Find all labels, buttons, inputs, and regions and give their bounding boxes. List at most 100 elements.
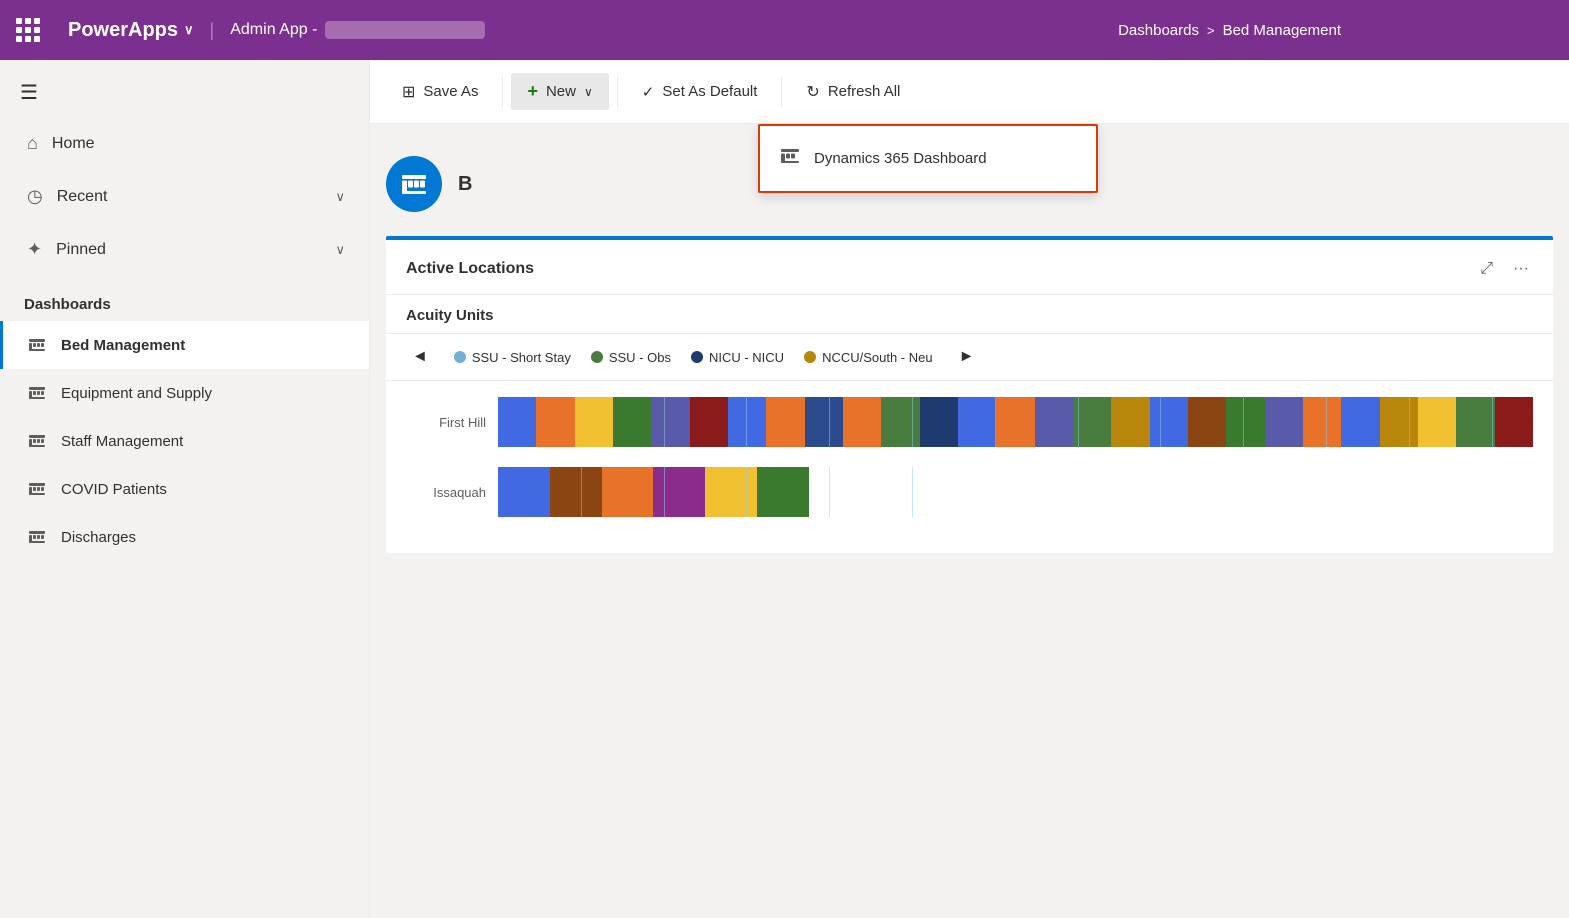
legend-label-ssu-short-stay: SSU - Short Stay (472, 350, 571, 365)
set-as-default-label: Set As Default (662, 83, 757, 100)
bar-segment (602, 467, 654, 517)
new-label: New (546, 83, 576, 100)
bar-segment (1265, 397, 1303, 447)
chart-title: Active Locations (406, 260, 534, 278)
breadcrumb-dashboards[interactable]: Dashboards (1118, 22, 1199, 39)
toolbar: ⊞ Save As + New ∨ ✓ Set As Default ↻ Ref… (370, 60, 1569, 124)
equipment-supply-icon (27, 383, 47, 403)
bar-segment (1341, 397, 1379, 447)
nav-separator: | (210, 20, 215, 41)
toolbar-separator-1 (502, 76, 503, 108)
legend-dot-ssu-short-stay (454, 351, 466, 363)
legend-item-nccu: NCCU/South - Neu (804, 350, 933, 365)
bar-segment (613, 397, 651, 447)
dashboards-section-label: Dashboards (0, 276, 369, 321)
set-as-default-button[interactable]: ✓ Set As Default (626, 75, 774, 109)
hamburger-menu[interactable]: ☰ (0, 68, 369, 117)
bar-segment (1456, 397, 1494, 447)
sidebar-item-covid-patients[interactable]: COVID Patients (0, 465, 369, 513)
bar-segment (1035, 397, 1073, 447)
bar-segment (1303, 397, 1341, 447)
powerapps-label: PowerApps (68, 19, 178, 42)
chart-card: Active Locations ⤢ ··· Acuity Units ◄ (386, 236, 1553, 553)
sidebar-recent-label: Recent (57, 188, 322, 206)
blurred-user-info (325, 21, 485, 39)
more-options-button[interactable]: ··· (1509, 256, 1533, 282)
bar-segment (881, 397, 919, 447)
expand-icon: ⤢ (1480, 260, 1493, 277)
save-as-label: Save As (423, 83, 478, 100)
chart-row-first-hill: First Hill (406, 397, 1533, 447)
legend-next-button[interactable]: ► (953, 346, 981, 368)
content-area: ⊞ Save As + New ∨ ✓ Set As Default ↻ Ref… (370, 60, 1569, 918)
bar-segment (958, 397, 996, 447)
bar-segment (653, 467, 705, 517)
refresh-all-button[interactable]: ↻ Refresh All (790, 74, 916, 110)
sidebar-item-equipment-supply[interactable]: Equipment and Supply (0, 369, 369, 417)
new-plus-icon: + (527, 81, 538, 102)
sidebar-item-discharges[interactable]: Discharges (0, 513, 369, 561)
breadcrumb-bed-management[interactable]: Bed Management (1223, 22, 1341, 39)
home-icon: ⌂ (27, 133, 38, 154)
legend-prev-button[interactable]: ◄ (406, 346, 434, 368)
new-button[interactable]: + New ∨ (511, 73, 608, 110)
bar-segment (1111, 397, 1149, 447)
bar-segment (498, 397, 536, 447)
new-dropdown-menu: Dynamics 365 Dashboard (758, 124, 1098, 193)
dashboard-avatar (386, 156, 442, 212)
bar-segment (1418, 397, 1456, 447)
bar-segment (996, 397, 1034, 447)
save-as-icon: ⊞ (402, 82, 415, 102)
equipment-supply-label: Equipment and Supply (61, 385, 212, 402)
sidebar-item-recent[interactable]: ◷ Recent ∨ (0, 170, 369, 223)
top-navigation: PowerApps ∨ | Admin App - Dashboards > B… (0, 0, 1569, 60)
legend-label-nccu: NCCU/South - Neu (822, 350, 933, 365)
legend-dot-nccu (804, 351, 816, 363)
legend-dot-nicu (691, 351, 703, 363)
bar-segment (1495, 397, 1533, 447)
new-chevron-icon: ∨ (584, 85, 593, 99)
bar-segment (1150, 397, 1188, 447)
bar-segment (843, 397, 881, 447)
checkmark-icon: ✓ (642, 83, 655, 101)
bar-segment (1380, 397, 1418, 447)
legend-item-ssu-short-stay: SSU - Short Stay (454, 350, 571, 365)
refresh-all-label: Refresh All (828, 83, 901, 100)
toolbar-separator-2 (617, 76, 618, 108)
bar-segment (1073, 397, 1111, 447)
bar-segment (1226, 397, 1264, 447)
chart-subtitle: Acuity Units (406, 307, 494, 324)
dashboard-title-partial: B (458, 173, 472, 196)
bar-segment (705, 467, 757, 517)
expand-chart-button[interactable]: ⤢ (1476, 256, 1497, 282)
ellipsis-icon: ··· (1513, 260, 1529, 277)
bar-segment (575, 397, 613, 447)
dynamics-365-dashboard-option[interactable]: Dynamics 365 Dashboard (760, 130, 1096, 187)
sidebar-item-home[interactable]: ⌂ Home (0, 117, 369, 170)
sidebar-item-staff-management[interactable]: Staff Management (0, 417, 369, 465)
app-name[interactable]: PowerApps ∨ (68, 19, 194, 42)
recent-chevron: ∨ (335, 189, 345, 205)
issaquah-bar (498, 467, 1533, 517)
bar-segment (690, 397, 728, 447)
save-as-button[interactable]: ⊞ Save As (386, 74, 494, 110)
sidebar-item-bed-management[interactable]: Bed Management (0, 321, 369, 369)
staff-management-icon (27, 431, 47, 451)
sidebar-home-label: Home (52, 135, 345, 153)
sidebar-item-pinned[interactable]: ✦ Pinned ∨ (0, 223, 369, 276)
bar-segment (728, 397, 766, 447)
bar-segment (757, 467, 809, 517)
bar-segment (550, 467, 602, 517)
main-content: B Active Locations ⤢ ··· Acu (370, 124, 1569, 918)
admin-app-section: Admin App - (230, 21, 485, 39)
bar-segment (805, 397, 843, 447)
bar-segment (920, 397, 958, 447)
bar-segment (536, 397, 574, 447)
chart-area: First Hill (386, 381, 1553, 553)
app-grid-button[interactable] (16, 10, 56, 50)
admin-app-text: Admin App - (230, 21, 317, 39)
breadcrumb: Dashboards > Bed Management (1118, 22, 1341, 39)
legend-label-nicu: NICU - NICU (709, 350, 784, 365)
bar-segment (498, 467, 550, 517)
dynamics-dashboard-label: Dynamics 365 Dashboard (814, 150, 987, 167)
